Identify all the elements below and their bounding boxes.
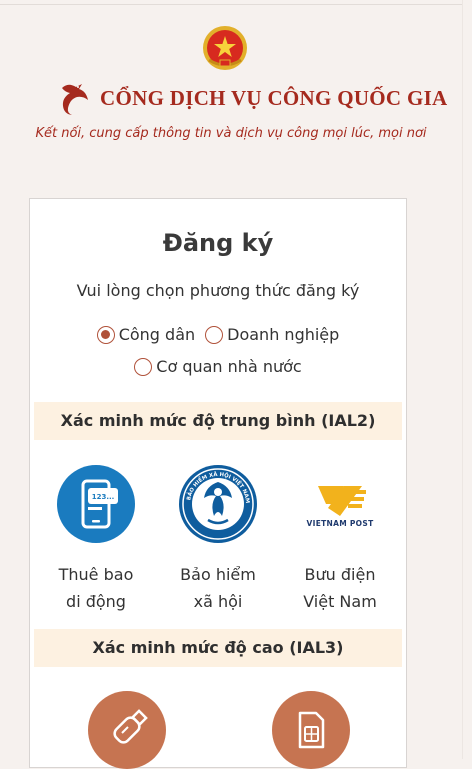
radio-checked-icon[interactable] <box>96 325 115 344</box>
method-label-line2: xã hội <box>193 592 243 611</box>
method-sim-card[interactable] <box>272 691 350 769</box>
section-ial2-header: Xác minh mức độ trung bình (IAL2) <box>34 402 402 440</box>
account-type-row-2: Cơ quan nhà nước <box>30 357 406 376</box>
method-mobile-subscription[interactable]: 123... Thuê bao di động <box>36 464 156 615</box>
brand[interactable]: CỔNG DỊCH VỤ CÔNG QUỐC GIA <box>56 76 448 120</box>
crane-logo-icon <box>62 84 88 115</box>
page-title: Đăng ký <box>162 229 274 257</box>
usb-token-icon <box>113 709 148 744</box>
radio-unchecked-icon[interactable] <box>205 325 224 344</box>
register-subtitle: Vui lòng chọn phương thức đăng ký <box>76 281 360 300</box>
site-header: CỔNG DỊCH VỤ CÔNG QUỐC GIA Kết nối, cung… <box>0 0 462 160</box>
method-label: Thuê bao di động <box>36 561 156 615</box>
radio-cong-dan[interactable]: Công dân <box>96 325 196 344</box>
radio-label: Cơ quan nhà nước <box>156 357 302 376</box>
section-ial3-header: Xác minh mức độ cao (IAL3) <box>34 629 402 667</box>
account-type-row-1: Công dân Doanh nghiệp <box>30 325 406 344</box>
tagline: Kết nối, cung cấp thông tin và dịch vụ c… <box>35 126 427 141</box>
register-card: Đăng ký Vui lòng chọn phương thức đăng k… <box>29 198 407 769</box>
mobile-subscription-icon[interactable]: 123... <box>56 464 136 544</box>
social-insurance-icon[interactable]: BẢO HIỂM XÃ HỘI VIỆT NAM <box>178 464 258 544</box>
vietnam-post-icon[interactable]: VIETNAM POST <box>300 464 380 544</box>
method-usb-token[interactable] <box>88 691 166 769</box>
radio-doanh-nghiep[interactable]: Doanh nghiệp <box>205 325 339 344</box>
brand-title: CỔNG DỊCH VỤ CÔNG QUỐC GIA <box>100 85 448 110</box>
method-label: Bảo hiểm xã hội <box>158 561 278 615</box>
radio-label: Doanh nghiệp <box>227 325 340 344</box>
method-label-line1: Thuê bao <box>58 565 134 584</box>
method-label-line1: Bảo hiểm <box>180 565 256 584</box>
method-label-line2: Việt Nam <box>303 592 377 611</box>
radio-label: Công dân <box>118 325 196 344</box>
phone-screen-text: 123... <box>92 493 115 501</box>
method-label-line1: Bưu điện <box>304 565 376 584</box>
method-label: Bưu điện Việt Nam <box>280 561 400 615</box>
post-logo-text: VIETNAM POST <box>307 519 375 528</box>
method-label-line2: di động <box>66 592 126 611</box>
national-emblem-icon[interactable] <box>201 24 249 72</box>
radio-co-quan-nha-nuoc[interactable]: Cơ quan nhà nước <box>134 357 302 376</box>
method-vietnam-post[interactable]: VIETNAM POST Bưu điện Việt Nam <box>280 464 400 615</box>
radio-unchecked-icon[interactable] <box>134 357 153 376</box>
page-edge <box>462 0 463 759</box>
sim-card-icon <box>298 711 325 749</box>
method-social-insurance[interactable]: BẢO HIỂM XÃ HỘI VIỆT NAM Bảo hiểm xã hội <box>158 464 278 615</box>
